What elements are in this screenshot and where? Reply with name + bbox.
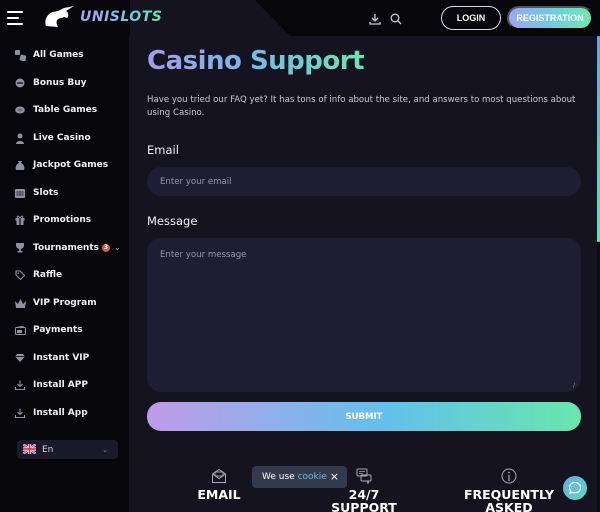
main-content: Casino Support Have you tried our FAQ ye… (129, 36, 597, 512)
download-icon (14, 407, 26, 419)
dice-icon (14, 49, 26, 61)
cookie-banner: We use cookie × (252, 466, 347, 488)
sidebar-item-tournaments[interactable]: Tournaments 3 ⌄ (0, 237, 129, 259)
login-button[interactable]: LOGIN (441, 6, 501, 30)
sidebar-item-label: Payments (33, 325, 83, 335)
close-icon[interactable]: × (330, 470, 339, 483)
sidebar-item-label: Promotions (33, 215, 92, 225)
feature-title: FREQUENTLY ASKED (463, 487, 555, 512)
tag-icon (14, 269, 26, 281)
gift-icon (14, 214, 26, 226)
submit-button[interactable]: SUBMIT (147, 402, 581, 431)
cookie-text: We use cookie (262, 472, 327, 482)
hamburger-icon[interactable] (7, 11, 23, 25)
sidebar-item-label: Instant VIP (33, 353, 90, 363)
sidebar-item-install-app-2[interactable]: Install App (0, 402, 129, 424)
coin-icon (14, 77, 26, 89)
sidebar-item-jackpot-games[interactable]: Jackpot Games (0, 154, 129, 176)
email-label: Email (147, 143, 179, 157)
page-title: Casino Support (147, 46, 365, 76)
feature-email[interactable]: EMAIL (189, 468, 249, 501)
chevron-down-icon[interactable]: ⌄ (114, 243, 121, 252)
top-header: UNISLOTS LOGIN REGISTRATION (0, 0, 600, 36)
uk-flag-icon (23, 444, 36, 454)
chat-button[interactable] (563, 476, 587, 500)
sidebar-item-label: Table Games (33, 105, 98, 115)
chip-icon (14, 104, 26, 116)
download-icon (14, 379, 26, 391)
search-icon[interactable] (390, 10, 404, 25)
download-icon[interactable] (369, 10, 383, 25)
sidebar-item-label: Jackpot Games (33, 160, 109, 170)
sidebar: All Games Bonus Buy Table Games Live Cas… (0, 36, 129, 512)
brand-name: UNISLOTS (80, 9, 163, 25)
sidebar-item-label: VIP Program (33, 298, 97, 308)
envelope-icon (211, 468, 227, 484)
cookie-link[interactable]: cookie (298, 472, 327, 482)
email-field[interactable] (147, 167, 581, 196)
sidebar-item-table-games[interactable]: Table Games (0, 99, 129, 121)
sidebar-item-label: Install APP (33, 380, 88, 390)
sidebar-item-payments[interactable]: Payments (0, 319, 129, 341)
trophy-icon (14, 242, 26, 254)
money-bag-icon (14, 159, 26, 171)
sidebar-item-slots[interactable]: Slots (0, 182, 129, 204)
chat-bubbles-icon (356, 468, 372, 485)
feature-title: EMAIL (197, 487, 241, 502)
sidebar-item-label: Install App (33, 408, 88, 418)
sidebar-item-label: Raffle (33, 270, 63, 280)
message-label: Message (147, 214, 198, 228)
sidebar-item-label: Bonus Buy (33, 78, 87, 88)
unicorn-icon (45, 6, 74, 27)
info-icon (501, 468, 517, 484)
chat-icon (568, 481, 582, 495)
sidebar-item-label: Slots (33, 188, 59, 198)
tournaments-label: Tournaments (33, 243, 100, 253)
language-value: En (42, 444, 54, 455)
registration-button[interactable]: REGISTRATION (507, 6, 593, 30)
sidebar-item-all-games[interactable]: All Games (0, 44, 129, 66)
sidebar-item-instant-vip[interactable]: Instant VIP (0, 347, 129, 369)
message-field[interactable] (147, 238, 581, 392)
diamond-icon (14, 352, 26, 364)
sidebar-item-label: Tournaments 3 ⌄ (33, 243, 121, 253)
language-select[interactable]: En ⌄ (17, 440, 118, 459)
sidebar-item-raffle[interactable]: Raffle (0, 264, 129, 286)
tournaments-badge: 3 (102, 243, 111, 252)
slot-machine-icon (14, 187, 26, 199)
sidebar-item-vip-program[interactable]: VIP Program (0, 292, 129, 314)
sidebar-item-install-app[interactable]: Install APP (0, 374, 129, 396)
sidebar-item-live-casino[interactable]: Live Casino (0, 127, 129, 149)
wallet-icon (14, 324, 26, 336)
sidebar-item-label: All Games (33, 50, 84, 60)
chevron-down-icon: ⌄ (102, 445, 108, 454)
logo[interactable]: UNISLOTS (42, 6, 162, 28)
intro-text: Have you tried our FAQ yet? It has tons … (147, 95, 576, 118)
crown-icon (14, 297, 26, 309)
sidebar-item-label: Live Casino (33, 133, 91, 143)
cookie-message: We use (262, 472, 298, 482)
dealer-icon (14, 132, 26, 144)
sidebar-item-bonus-buy[interactable]: Bonus Buy (0, 72, 129, 94)
feature-title: 24/7 SUPPORT (331, 487, 397, 512)
feature-faq[interactable]: FREQUENTLY ASKED (459, 468, 559, 512)
resize-handle-icon[interactable]: ∕ (573, 383, 579, 389)
sidebar-item-promotions[interactable]: Promotions (0, 209, 129, 231)
